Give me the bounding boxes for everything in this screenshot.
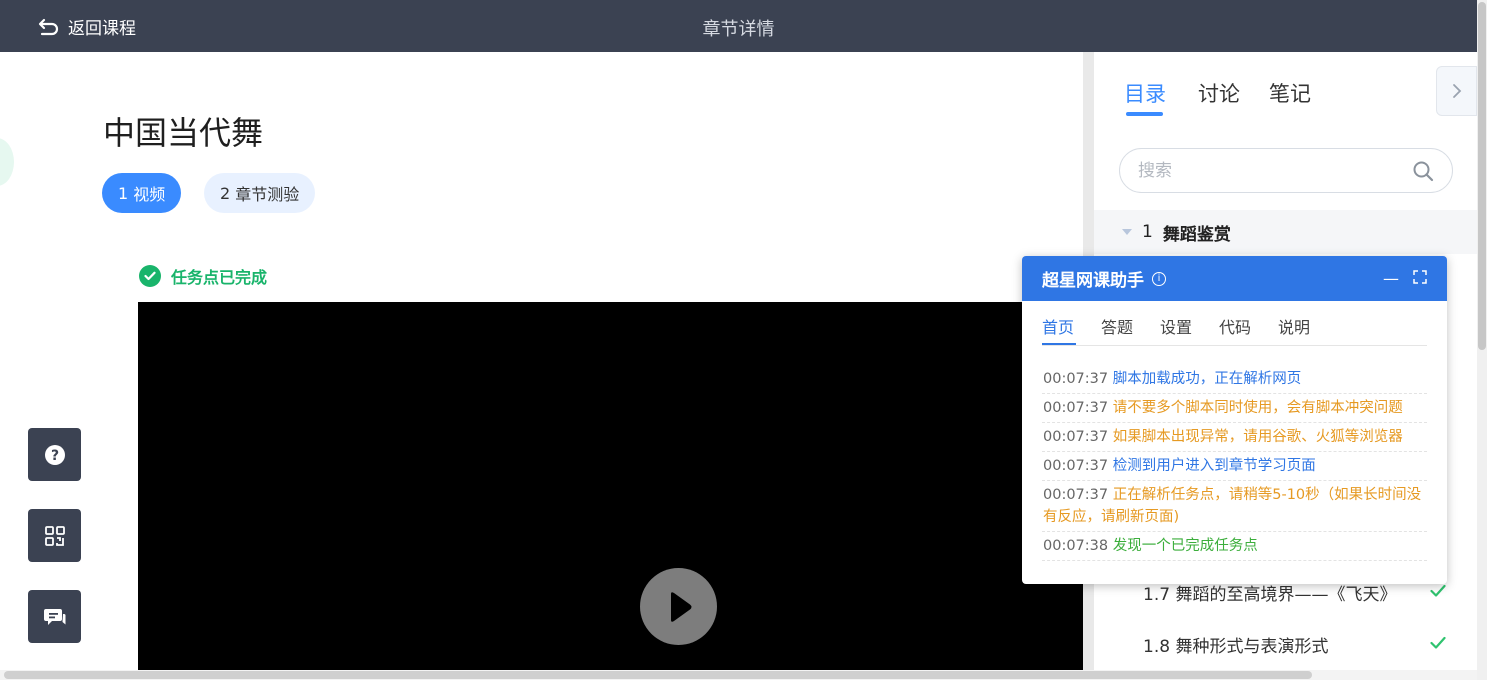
lesson-done-check-icon (1430, 636, 1446, 649)
chapter-number: 1 (1142, 222, 1153, 242)
svg-text:?: ? (50, 448, 58, 464)
chevron-right-icon (1452, 84, 1461, 98)
qr-code-button[interactable] (28, 509, 81, 562)
play-button[interactable] (640, 568, 717, 645)
caret-down-icon (1122, 229, 1132, 235)
helper-tab-instructions[interactable]: 说明 (1278, 314, 1310, 338)
search-box (1119, 148, 1453, 193)
log-time: 00:07:37 (1043, 400, 1109, 416)
course-title: 中国当代舞 (103, 114, 264, 152)
log-message: 检测到用户进入到章节学习页面 (1112, 458, 1316, 474)
tab-notes[interactable]: 笔记 (1269, 78, 1311, 108)
main-content: 中国当代舞 1 视频 2 章节测验 任务点已完成 (0, 52, 1083, 670)
chapter-header[interactable]: 1 舞蹈鉴赏 (1094, 210, 1477, 254)
search-icon[interactable] (1412, 160, 1434, 182)
helper-tab-home[interactable]: 首页 (1042, 314, 1074, 338)
log-line: 00:07:37 请不要多个脚本同时使用，会有脚本冲突问题 (1042, 394, 1427, 423)
helper-tab-settings[interactable]: 设置 (1160, 314, 1192, 338)
log-line: 00:07:37 脚本加载成功，正在解析网页 (1042, 365, 1427, 394)
log-time: 00:07:37 (1043, 371, 1109, 387)
horizontal-scrollbar-thumb[interactable] (4, 671, 1312, 679)
active-tab-indicator (1126, 112, 1163, 116)
step-number: 1 (118, 183, 129, 203)
lesson-done-check-icon (1430, 584, 1446, 597)
step-number: 2 (220, 183, 231, 203)
question-circle-icon: ? (44, 444, 65, 465)
page-title: 章节详情 (702, 19, 775, 40)
helper-tabs: 首页 答题 设置 代码 说明 (1042, 314, 1427, 346)
feedback-button[interactable] (28, 590, 81, 643)
lesson-item[interactable]: 1.8 舞种形式与表演形式 (1143, 632, 1328, 657)
info-icon[interactable]: i (1152, 271, 1166, 286)
step-label: 章节测验 (235, 185, 300, 204)
play-icon (670, 591, 691, 622)
helper-active-tab-indicator (1042, 343, 1076, 345)
helper-tab-code[interactable]: 代码 (1219, 314, 1251, 338)
log-time: 00:07:37 (1043, 487, 1109, 503)
log-message: 发现一个已完成任务点 (1112, 538, 1258, 554)
horizontal-scrollbar[interactable] (0, 670, 1477, 680)
top-bar: 返回课程 章节详情 (0, 0, 1477, 52)
side-tab-handle[interactable] (0, 138, 14, 186)
help-button[interactable]: ? (28, 428, 81, 481)
task-status-label: 任务点已完成 (171, 268, 268, 287)
step-label: 视频 (133, 185, 166, 204)
log-line: 00:07:37 如果脚本出现异常，请用谷歌、火狐等浏览器 (1042, 423, 1427, 452)
log-time: 00:07:38 (1043, 538, 1109, 554)
vertical-scrollbar-thumb[interactable] (1478, 2, 1486, 350)
chat-bubble-icon (43, 608, 65, 625)
log-line: 00:07:37 检测到用户进入到章节学习页面 (1042, 452, 1427, 481)
minimize-icon[interactable]: — (1383, 269, 1399, 288)
task-status: 任务点已完成 (139, 264, 267, 288)
helper-tab-answer[interactable]: 答题 (1101, 314, 1133, 338)
log-time: 00:07:37 (1043, 429, 1109, 445)
log-line: 00:07:37 正在解析任务点，请稍等5-10秒（如果长时间没有反应，请刷新页… (1042, 481, 1427, 532)
log-line: 00:07:38 发现一个已完成任务点 (1042, 532, 1427, 561)
video-player[interactable] (138, 302, 1083, 670)
vertical-scrollbar[interactable] (1477, 0, 1487, 680)
helper-title: 超星网课助手 (1042, 271, 1144, 291)
tab-discussion[interactable]: 讨论 (1198, 78, 1240, 108)
qr-code-icon (44, 525, 65, 546)
chapter-name: 舞蹈鉴赏 (1162, 224, 1231, 245)
check-circle-icon (139, 265, 161, 287)
step-tab-video[interactable]: 1 视频 (102, 173, 182, 213)
collapse-panel-button[interactable] (1436, 66, 1477, 116)
helper-popup: 超星网课助手 i — 首页 答题 设置 代码 说明 00:07:37 脚本加载成… (1022, 256, 1447, 584)
log-message: 如果脚本出现异常，请用谷歌、火狐等浏览器 (1112, 429, 1403, 445)
search-input[interactable] (1138, 159, 1398, 183)
log-message: 请不要多个脚本同时使用，会有脚本冲突问题 (1112, 400, 1403, 416)
log-message: 脚本加载成功，正在解析网页 (1112, 371, 1302, 387)
log-time: 00:07:37 (1043, 458, 1109, 474)
step-tab-chapter-quiz[interactable]: 2 章节测验 (204, 173, 316, 213)
fullscreen-icon[interactable] (1413, 269, 1427, 288)
tab-catalog[interactable]: 目录 (1124, 78, 1166, 108)
helper-header[interactable]: 超星网课助手 i — (1022, 256, 1447, 301)
